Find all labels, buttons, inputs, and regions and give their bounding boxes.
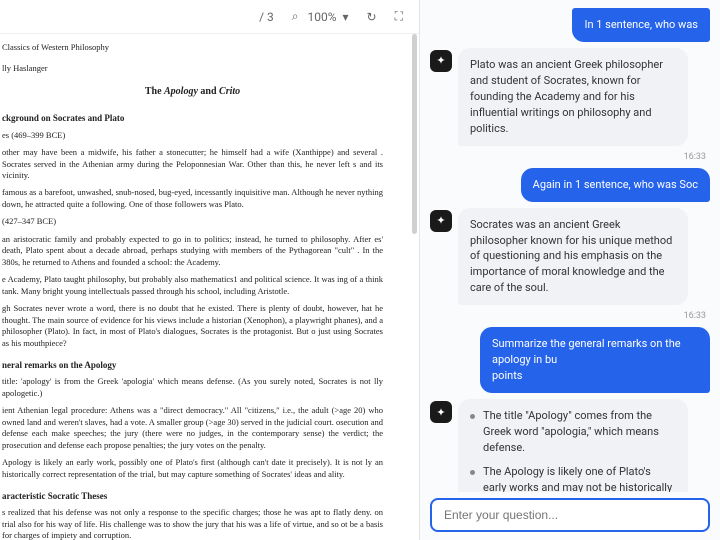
bullet-list: The title "Apology" comes from the Greek… <box>470 408 676 492</box>
doc-author: lly Haslanger <box>2 63 383 74</box>
user-message-row: Summarize the general remarks on the apo… <box>430 327 710 393</box>
doc-paragraph: s realized that his defense was not only… <box>2 507 383 540</box>
bullet-item: The title "Apology" comes from the Greek… <box>470 408 676 456</box>
bullet-item: The Apology is likely one of Plato's ear… <box>470 464 676 492</box>
doc-paragraph: e Academy, Plato taught philosophy, but … <box>2 274 383 297</box>
expand-button[interactable]: ⛶ <box>395 9 403 24</box>
timestamp: 16:33 <box>430 152 706 162</box>
chat-input[interactable] <box>430 498 710 532</box>
bullet-dot-icon <box>470 470 475 475</box>
user-bubble: Summarize the general remarks on the apo… <box>480 327 710 393</box>
doc-heading-background: ckground on Socrates and Plato <box>2 112 383 124</box>
chat-panel: In 1 sentence, who was ✦ Plato was an an… <box>420 0 720 540</box>
doc-paragraph: title: 'apology' is from the Greek 'apol… <box>2 376 383 399</box>
assistant-bubble: The title "Apology" comes from the Greek… <box>458 399 688 492</box>
document-toolbar: / 3 ⌕ 100% ▾ ↻ ⛶ <box>0 0 419 34</box>
chat-input-wrapper <box>420 492 720 540</box>
assistant-message-row: ✦ The title "Apology" comes from the Gre… <box>430 399 710 492</box>
doc-paragraph: famous as a barefoot, unwashed, snub-nos… <box>2 187 383 210</box>
page-indicator[interactable]: / 3 <box>259 10 274 24</box>
chat-scroll[interactable]: In 1 sentence, who was ✦ Plato was an an… <box>420 0 720 492</box>
doc-paragraph: ient Athenian legal procedure: Athens wa… <box>2 405 383 451</box>
scrollbar-thumb[interactable] <box>412 34 417 234</box>
doc-dates-socrates: es (469–399 BCE) <box>2 130 383 141</box>
doc-course-name: Classics of Western Philosophy <box>2 42 383 53</box>
document-content: Classics of Western Philosophy lly Hasla… <box>2 42 419 540</box>
search-icon: ⌕ <box>292 9 299 24</box>
document-panel: / 3 ⌕ 100% ▾ ↻ ⛶ Classics of Western Phi… <box>0 0 420 540</box>
user-message-row: In 1 sentence, who was <box>430 8 710 42</box>
doc-paragraph: other may have been a midwife, his fathe… <box>2 147 383 181</box>
doc-dates-plato: (427–347 BCE) <box>2 216 383 227</box>
doc-title: The Apology and Crito <box>2 85 383 99</box>
bullet-dot-icon <box>470 414 475 419</box>
bullet-text: The title "Apology" comes from the Greek… <box>483 408 676 456</box>
assistant-avatar: ✦ <box>430 50 452 72</box>
zoom-value: 100% <box>308 10 337 24</box>
assistant-message-row: ✦ Socrates was an ancient Greek philosop… <box>430 208 710 306</box>
doc-paragraph: Apology is likely an early work, possibl… <box>2 457 383 480</box>
user-message-row: Again in 1 sentence, who was Soc <box>430 168 710 202</box>
assistant-avatar: ✦ <box>430 210 452 232</box>
assistant-bubble: Socrates was an ancient Greek philosophe… <box>458 208 688 306</box>
zoom-control[interactable]: ⌕ 100% ▾ <box>292 9 349 24</box>
timestamp: 16:33 <box>430 311 706 321</box>
assistant-message-row: ✦ Plato was an ancient Greek philosopher… <box>430 48 710 146</box>
doc-paragraph: an aristocratic family and probably expe… <box>2 234 383 268</box>
user-bubble: In 1 sentence, who was <box>572 8 710 42</box>
doc-heading-theses: aracteristic Socratic Theses <box>2 490 383 502</box>
doc-paragraph: gh Socrates never wrote a word, there is… <box>2 303 383 349</box>
doc-heading-remarks: neral remarks on the Apology <box>2 359 383 371</box>
document-scroll[interactable]: Classics of Western Philosophy lly Hasla… <box>0 34 419 540</box>
assistant-bubble: Plato was an ancient Greek philosopher a… <box>458 48 688 146</box>
user-bubble: Again in 1 sentence, who was Soc <box>521 168 710 202</box>
reload-button[interactable]: ↻ <box>367 10 377 24</box>
bullet-text: The Apology is likely one of Plato's ear… <box>483 464 676 492</box>
assistant-avatar: ✦ <box>430 401 452 423</box>
